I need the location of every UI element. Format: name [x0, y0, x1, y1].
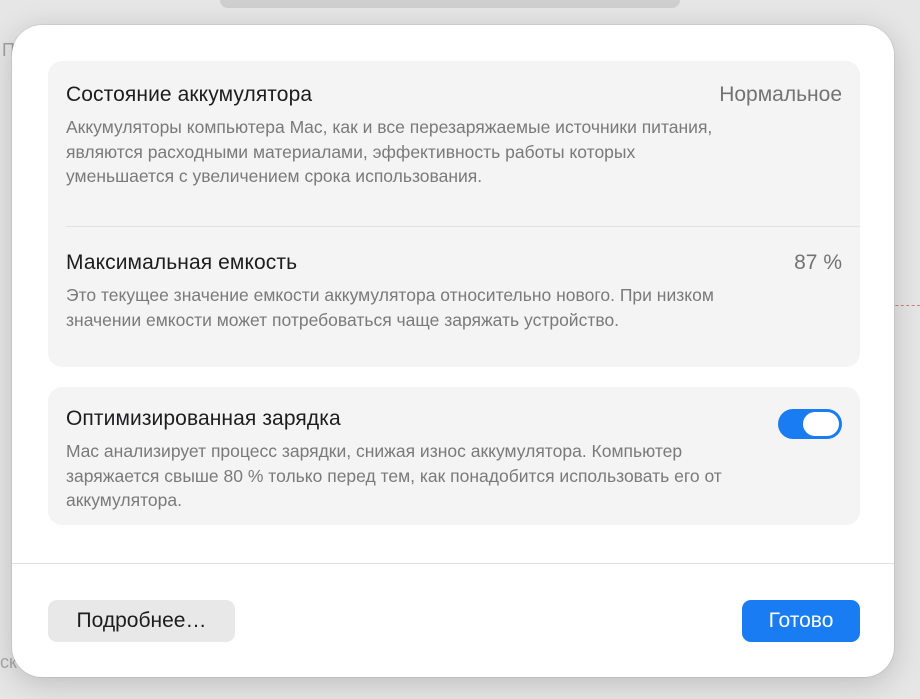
battery-info-group: Состояние аккумулятора Нормальное Аккуму… — [48, 61, 860, 367]
optimized-charging-toggle[interactable] — [778, 409, 842, 439]
background-dashed-line — [890, 305, 920, 306]
toggle-knob — [803, 412, 839, 436]
optimized-charging-row: Оптимизированная зарядка Mac анализирует… — [66, 407, 842, 513]
max-capacity-description: Это текущее значение емкости аккумулятор… — [66, 285, 714, 330]
max-capacity-row: Максимальная емкость 87 % Это текущее зн… — [66, 251, 842, 332]
done-button[interactable]: Готово — [742, 600, 860, 642]
battery-state-value: Нормальное — [719, 83, 842, 106]
battery-state-row: Состояние аккумулятора Нормальное Аккуму… — [66, 83, 842, 189]
max-capacity-title: Максимальная емкость — [66, 251, 298, 274]
optimized-charging-description: Mac анализирует процесс зарядки, снижая … — [66, 441, 722, 510]
battery-health-sheet: Состояние аккумулятора Нормальное Аккуму… — [12, 25, 894, 677]
optimized-charging-group: Оптимизированная зарядка Mac анализирует… — [48, 387, 860, 525]
max-capacity-value: 87 % — [794, 251, 842, 274]
more-info-button[interactable]: Подробнее… — [48, 600, 235, 642]
optimized-charging-title: Оптимизированная зарядка — [66, 407, 341, 430]
footer-divider — [12, 563, 894, 564]
group-divider — [66, 226, 860, 227]
background-toolbar — [220, 0, 680, 8]
battery-state-description: Аккумуляторы компьютера Mac, как и все п… — [66, 117, 713, 186]
